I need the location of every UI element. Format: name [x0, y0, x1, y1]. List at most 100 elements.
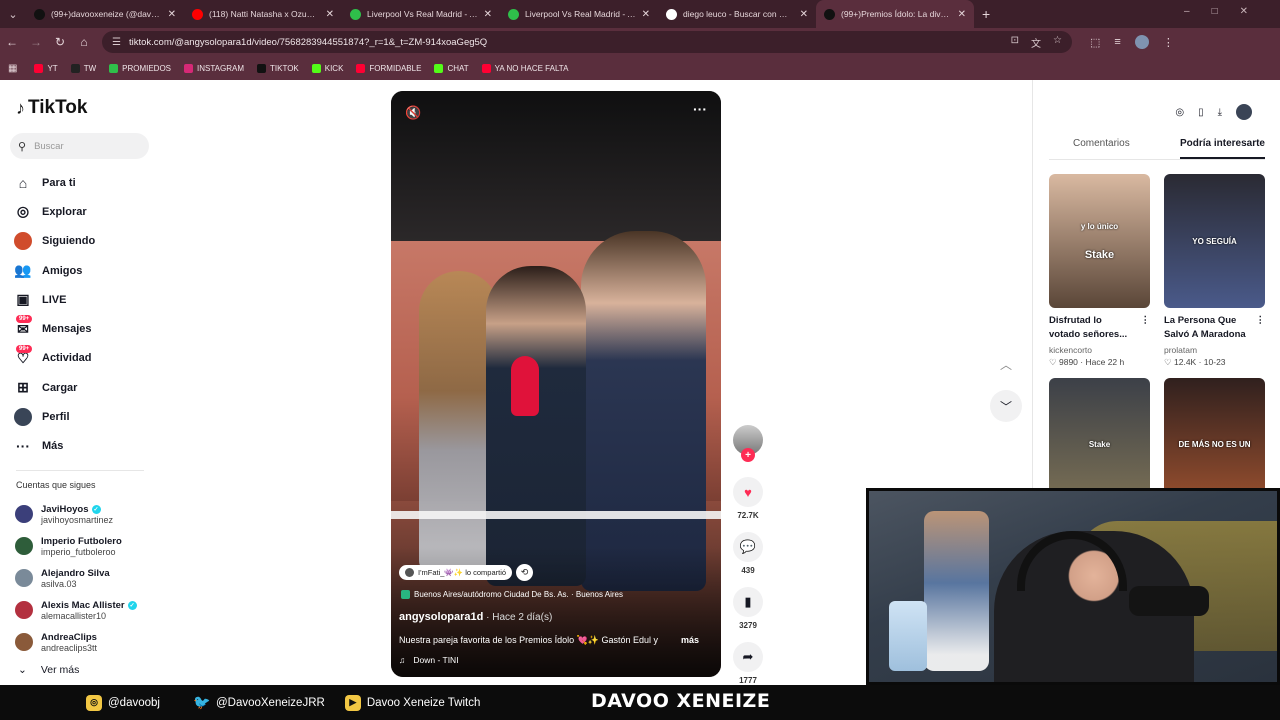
- extensions-icon[interactable]: ⬚: [1090, 36, 1100, 49]
- webcam-overlay: [866, 488, 1280, 685]
- bookmark-item[interactable]: PROMIEDOS: [109, 63, 171, 73]
- close-tab-icon[interactable]: ✕: [800, 9, 808, 20]
- nav-item[interactable]: Perfil: [14, 402, 154, 431]
- following-account[interactable]: Alejandro Silva asilva.03: [15, 562, 155, 594]
- card-more-icon[interactable]: ⋮: [1256, 314, 1266, 343]
- follow-plus-icon[interactable]: +: [741, 448, 755, 462]
- bookmark-star-icon[interactable]: ☆: [1053, 35, 1062, 50]
- close-tab-icon[interactable]: ✕: [326, 9, 334, 20]
- bookmark-icon[interactable]: ▮: [733, 587, 763, 617]
- install-icon[interactable]: ⊡: [1011, 35, 1019, 50]
- nav-item[interactable]: ⊞ Cargar: [14, 373, 154, 402]
- music-row[interactable]: ♫ Down - TINI: [399, 655, 459, 665]
- browser-profile-avatar[interactable]: [1134, 35, 1149, 49]
- suggested-video-card[interactable]: y lo único Stake Disfrutad lo votado seño…: [1049, 174, 1150, 378]
- close-tab-icon[interactable]: ✕: [958, 9, 966, 20]
- browser-tab[interactable]: (118) Natti Natasha x Ozuna - C ✕: [184, 0, 342, 28]
- following-account[interactable]: Alexis Mac Allister ✓ alemacallister10: [15, 594, 155, 626]
- close-tab-icon[interactable]: ✕: [484, 9, 492, 20]
- tab-title: Liverpool Vs Real Madrid - Alin: [367, 9, 478, 19]
- nav-item[interactable]: 👥 Amigos: [14, 256, 154, 285]
- nav-item[interactable]: ··· Más: [14, 432, 154, 461]
- close-tab-icon[interactable]: ✕: [642, 9, 650, 20]
- close-tab-icon[interactable]: ✕: [168, 9, 176, 20]
- video-author[interactable]: angysolopara1d · Hace 2 día(s): [399, 611, 552, 623]
- browser-tab[interactable]: Liverpool Vs Real Madrid - Alin ✕: [500, 0, 658, 28]
- video-thumbnail[interactable]: y lo único Stake: [1049, 174, 1150, 308]
- search-box[interactable]: ⚲: [10, 133, 149, 159]
- nav-item[interactable]: ◎ Explorar: [14, 197, 154, 226]
- new-tab-button[interactable]: +: [982, 6, 990, 22]
- browser-tab[interactable]: (99+)Premios Ídolo: La divertid ✕: [816, 0, 974, 28]
- bookmark-item[interactable]: INSTAGRAM: [184, 63, 244, 73]
- device-icon[interactable]: ▯: [1198, 107, 1204, 118]
- download-icon[interactable]: ⤓: [1218, 107, 1222, 118]
- window-controls[interactable]: –□✕: [1184, 6, 1270, 17]
- nav-item[interactable]: ✉ 99+ Mensajes: [14, 314, 154, 343]
- bookmark-label: TIKTOK: [270, 63, 299, 73]
- search-icon: ⚲: [18, 140, 27, 153]
- forward-icon[interactable]: →: [24, 35, 48, 49]
- comment-icon[interactable]: 💬: [733, 532, 763, 562]
- heart-icon[interactable]: ♥: [733, 477, 763, 507]
- share-icon[interactable]: ➦: [733, 642, 763, 672]
- user-avatar[interactable]: [1236, 104, 1252, 120]
- browser-tab[interactable]: diego leuco - Buscar con Googl ✕: [658, 0, 816, 28]
- save-action: ▮ 3279: [731, 587, 765, 630]
- browser-menu-icon[interactable]: ⋮: [1163, 36, 1174, 49]
- bookmark-item[interactable]: YT: [34, 63, 58, 73]
- browser-tab[interactable]: Liverpool Vs Real Madrid - Alin ✕: [342, 0, 500, 28]
- twitter-text: @DavooXeneizeJRR: [215, 696, 325, 709]
- home-icon[interactable]: ⌂: [72, 35, 96, 49]
- heart-outline-icon: ♡: [1049, 356, 1057, 367]
- following-account[interactable]: Imperio Futbolero imperio_futboleroo: [15, 530, 155, 562]
- following-account[interactable]: AndreaClips andreaclips3tt: [15, 626, 155, 658]
- card-user[interactable]: kickencorto: [1049, 345, 1150, 355]
- reading-list-icon[interactable]: ≡: [1114, 36, 1120, 48]
- card-title: votado señores...: [1049, 329, 1128, 341]
- bookmark-item[interactable]: YA NO HACE FALTA: [481, 63, 568, 73]
- tiktok-logo[interactable]: ♪ TikTok: [16, 97, 87, 119]
- bookmark-item[interactable]: CHAT: [434, 63, 469, 73]
- nav-item[interactable]: ▣ LIVE: [14, 285, 154, 314]
- bookmark-item[interactable]: KICK: [311, 63, 343, 73]
- site-info-icon[interactable]: ☰: [112, 37, 121, 48]
- repost-icon[interactable]: ⟲: [516, 564, 534, 581]
- tab-podria-interesarte[interactable]: Podría interesarte: [1179, 138, 1265, 159]
- back-icon[interactable]: ←: [0, 35, 24, 49]
- creator-avatar[interactable]: +: [733, 425, 763, 462]
- chevron-down-icon: ⌄: [18, 664, 27, 676]
- nav-item[interactable]: ♡ 99+ Actividad: [14, 344, 154, 373]
- divider: [16, 470, 144, 471]
- video-more-icon[interactable]: ···: [693, 101, 707, 117]
- nav-item[interactable]: ⌂ Para ti: [14, 168, 154, 197]
- compass-icon[interactable]: ◎: [1175, 107, 1184, 118]
- bookmark-item[interactable]: TW: [70, 63, 96, 73]
- next-video-chevron-down-icon[interactable]: ﹀: [990, 390, 1022, 422]
- location-row[interactable]: Buenos Aires/autódromo Ciudad De Bs. As.…: [401, 590, 623, 599]
- nav-item[interactable]: Siguiendo: [14, 227, 154, 256]
- reload-icon[interactable]: ↻: [48, 35, 72, 49]
- mute-icon[interactable]: 🔇: [405, 105, 421, 121]
- video-thumbnail[interactable]: YO SEGUÍA: [1164, 174, 1265, 308]
- account-avatar: [15, 569, 33, 587]
- card-more-icon[interactable]: ⋮: [1141, 314, 1151, 343]
- bookmark-item[interactable]: FORMIDABLE: [356, 63, 421, 73]
- like-count: 72.7K: [737, 511, 759, 520]
- suggested-video-card[interactable]: YO SEGUÍA La Persona Que Salvó A Maradona…: [1164, 174, 1265, 378]
- browser-tab[interactable]: (99+)davooxeneize (@davooxe ✕: [26, 0, 184, 28]
- card-user[interactable]: prolatam: [1164, 345, 1265, 355]
- search-input[interactable]: [34, 140, 135, 152]
- following-account[interactable]: JaviHoyos ✓ javihoyosmartinez: [15, 498, 155, 530]
- video-player[interactable]: 🔇 ··· I'mFati_👾✨ lo compartió ⟲ Buenos A…: [391, 91, 721, 677]
- url-bar[interactable]: ☰ tiktok.com/@angysolopara1d/video/75682…: [102, 31, 1072, 53]
- translate-icon[interactable]: 文: [1031, 35, 1041, 50]
- see-more-button[interactable]: ⌄ Ver más: [18, 664, 79, 676]
- caption-more-link[interactable]: más: [681, 635, 699, 646]
- shared-by-pill[interactable]: I'mFati_👾✨ lo compartió: [399, 565, 513, 580]
- bookmark-item[interactable]: TIKTOK: [257, 63, 299, 73]
- tab-comentarios[interactable]: Comentarios: [1049, 138, 1154, 159]
- previous-video-chevron-up-icon[interactable]: ︿: [990, 348, 1022, 380]
- tab-search-icon[interactable]: ⌄: [0, 0, 26, 28]
- apps-grid-icon[interactable]: ▦: [8, 63, 17, 74]
